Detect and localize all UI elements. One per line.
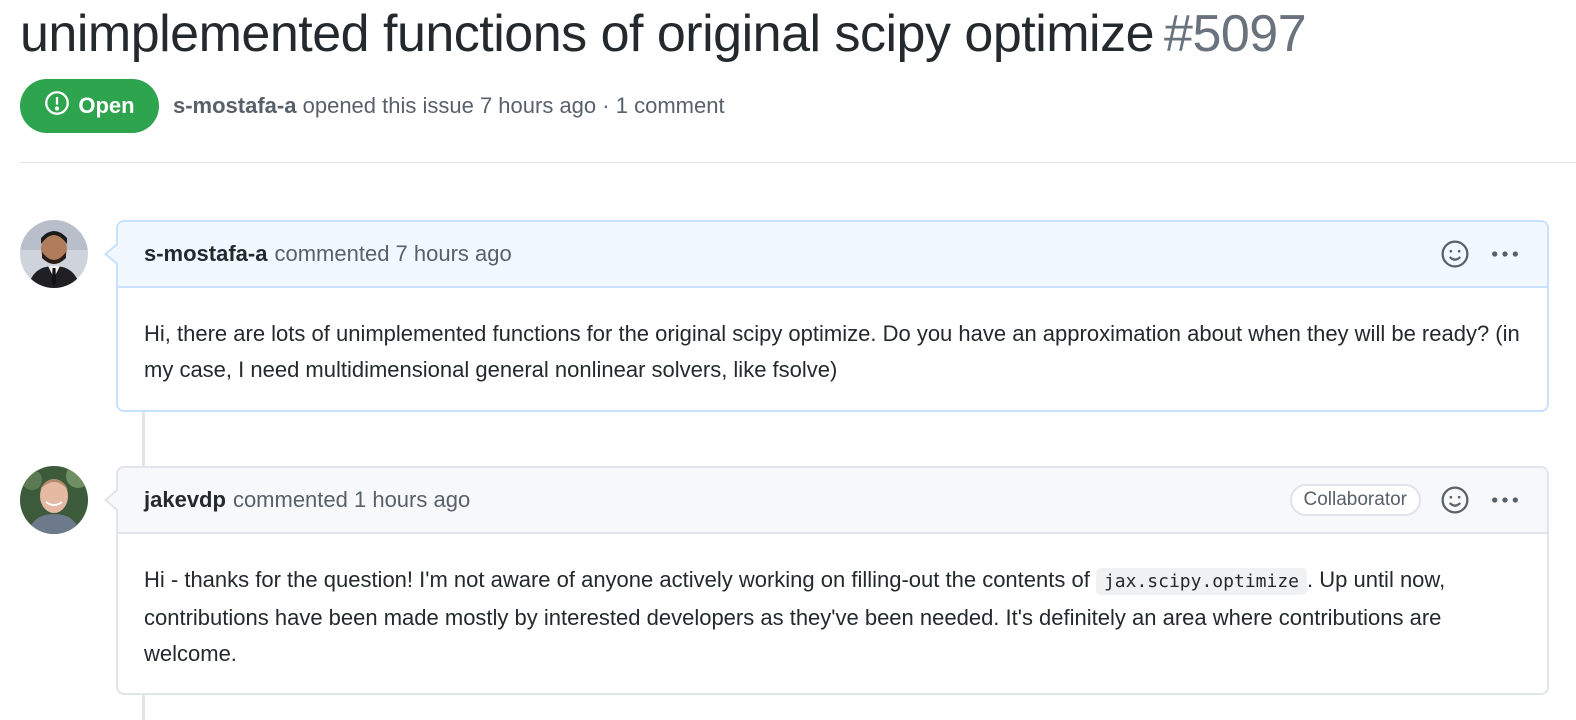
avatar[interactable]	[20, 466, 88, 534]
issue-meta: s-mostafa-a opened this issue 7 hours ag…	[173, 93, 725, 119]
kebab-horizontal-icon[interactable]	[1489, 484, 1521, 516]
issue-opened-text: opened this issue 7 hours ago	[302, 93, 597, 118]
comment-body: Hi, there are lots of unimplemented func…	[118, 288, 1547, 414]
issue-title-text: unimplemented functions of original scip…	[20, 5, 1155, 63]
comment-timestamp[interactable]: commented 7 hours ago	[274, 241, 511, 267]
issue-author-link[interactable]: s-mostafa-a	[173, 93, 296, 118]
collaborator-badge: Collaborator	[1289, 484, 1421, 516]
comment-card: s-mostafa-a commented 7 hours ago Hi, th…	[104, 220, 1549, 414]
comment-actions: Collaborator	[1289, 484, 1522, 516]
comment-count: 1 comment	[615, 93, 725, 118]
issue-opened-icon	[44, 90, 70, 122]
smiley-icon[interactable]	[1439, 484, 1471, 516]
comment-body-text: Hi, there are lots of unimplemented func…	[144, 321, 1520, 382]
kebab-horizontal-icon[interactable]	[1489, 238, 1521, 270]
smiley-icon[interactable]	[1439, 238, 1471, 270]
comment-caret	[104, 488, 119, 512]
comment-actions	[1439, 238, 1521, 270]
avatar[interactable]	[20, 220, 88, 288]
comment-card: jakevdp commented 1 hours ago Collaborat…	[104, 466, 1549, 698]
comment-author-link[interactable]: jakevdp	[144, 487, 226, 513]
comment-body: Hi - thanks for the question! I'm not aw…	[118, 534, 1547, 698]
issue-state-label: Open	[78, 93, 135, 118]
meta-separator: ·	[602, 93, 610, 118]
inline-code: jax.scipy.optimize	[1095, 568, 1308, 595]
comment-timestamp[interactable]: commented 1 hours ago	[233, 487, 470, 513]
issue-number: #5097	[1164, 5, 1307, 63]
header-divider	[20, 162, 1576, 163]
comment-body-text: Hi - thanks for the question! I'm not aw…	[144, 562, 1521, 672]
comment-header: jakevdp commented 1 hours ago Collaborat…	[118, 468, 1547, 534]
comment-author-link[interactable]: s-mostafa-a	[144, 241, 267, 267]
issue-state-badge: Open	[20, 79, 159, 133]
comment-header: s-mostafa-a commented 7 hours ago	[118, 222, 1547, 288]
comment-body-part: Hi - thanks for the question! I'm not aw…	[144, 567, 1096, 592]
issue-title: unimplemented functions of original scip…	[20, 4, 1307, 64]
comment-caret	[104, 242, 119, 266]
